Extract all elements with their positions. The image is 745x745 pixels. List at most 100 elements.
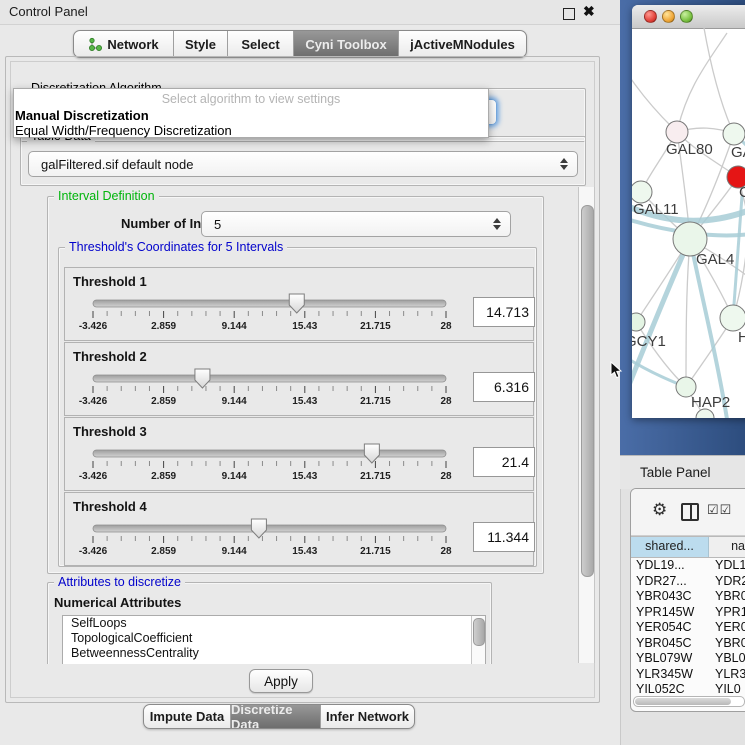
network-node-gcy1-node[interactable] [632, 313, 645, 331]
slider-track[interactable] [93, 375, 446, 382]
threshold-slider[interactable]: -3.4262.8599.14415.4321.71528 [65, 442, 534, 488]
threshold-slider[interactable]: -3.4262.8599.14415.4321.71528 [65, 292, 534, 338]
table-panel-header: Table Panel [620, 455, 745, 489]
table-cell-shared-name: YLR345W [631, 667, 709, 683]
network-graph-canvas[interactable]: GAL80GACGAL11GAL4GCY1HHAP2 [632, 28, 745, 418]
attributes-group-title: Attributes to discretize [54, 575, 185, 589]
slider-track[interactable] [93, 450, 446, 457]
table-row[interactable]: YBR045CYBR0 [631, 636, 745, 652]
tab-label: Infer Network [326, 709, 409, 724]
tab-network[interactable]: Network [74, 31, 174, 57]
table-row[interactable]: YDR27...YDR2 [631, 574, 745, 590]
tab-style[interactable]: Style [174, 31, 228, 57]
tick-label: 2.859 [151, 321, 176, 332]
slider-thumb[interactable] [195, 369, 210, 388]
tick-label: 15.43 [292, 396, 317, 407]
tick-label: 21.715 [360, 546, 391, 557]
interval-definition-title: Interval Definition [54, 189, 159, 203]
thresholds-group-title: Threshold's Coordinates for 5 Intervals [65, 240, 287, 254]
threshold-value-field[interactable]: 11.344 [473, 522, 535, 552]
threshold-value-field[interactable]: 21.4 [473, 447, 535, 477]
threshold-value-field[interactable]: 6.316 [473, 372, 535, 402]
close-icon[interactable]: ✖ [583, 3, 595, 20]
attributes-listbox: SelfLoopsTopologicalCoefficientBetweenne… [62, 615, 486, 664]
table-cell-name: YER0 [709, 620, 745, 636]
checkbox-icons[interactable]: ☑☑ [707, 502, 732, 518]
popup-option[interactable]: Equal Width/Frequency Discretization [15, 123, 232, 138]
settings-scroll-viewport: Interval Definition Number of Intervals … [14, 186, 577, 664]
tick-label: 21.715 [360, 471, 391, 482]
table-row[interactable]: YBR043CYBR0 [631, 589, 745, 605]
threshold-slider[interactable]: -3.4262.8599.14415.4321.71528 [65, 367, 534, 413]
table-row[interactable]: YLR345WYLR3 [631, 667, 745, 683]
tab-select[interactable]: Select [228, 31, 294, 57]
tab-label: Select [241, 37, 279, 52]
table-data-combo[interactable]: galFiltered.sif default node [28, 151, 578, 177]
tab-jactivemnodules[interactable]: jActiveMNodules [399, 31, 526, 57]
slider-thumb[interactable] [364, 444, 379, 463]
tick-label: 28 [440, 546, 452, 557]
attribute-list-item[interactable]: BetweennessCentrality [63, 646, 485, 661]
slider-track[interactable] [93, 525, 446, 532]
numerical-attributes-label: Numerical Attributes [54, 595, 181, 610]
tab-cyni-toolbox[interactable]: Cyni Toolbox [294, 31, 399, 57]
popup-option[interactable]: Manual Discretization [15, 108, 149, 123]
gear-icon[interactable]: ⚙ [652, 500, 667, 520]
tab-label: Network [107, 37, 158, 52]
tab-impute-data[interactable]: Impute Data [144, 705, 231, 728]
threshold-label: Threshold 3 [73, 424, 147, 439]
apply-button[interactable]: Apply [249, 669, 313, 693]
minimize-traffic-light-icon[interactable] [662, 10, 675, 23]
tab-label: Style [185, 37, 216, 52]
table-row[interactable]: YPR145WYPR1 [631, 605, 745, 621]
float-window-icon[interactable] [563, 8, 575, 20]
top-tab-bar: Network Style Select Cyni ToolboxjActiveMNo… [73, 30, 527, 58]
threshold-slider[interactable]: -3.4262.8599.14415.4321.71528 [65, 517, 534, 563]
slider-track[interactable] [93, 300, 446, 307]
network-node-right-mid-node[interactable] [720, 305, 745, 331]
panel-scrollbar[interactable] [578, 187, 595, 663]
number-of-intervals-value: 5 [202, 217, 221, 232]
control-panel-titlebar: Control Panel ✖ [0, 0, 620, 25]
threshold-label: Threshold 1 [73, 274, 147, 289]
attributes-scrollbar[interactable] [471, 616, 485, 664]
table-cell-name: YDL1 [709, 558, 745, 574]
close-traffic-light-icon[interactable] [644, 10, 657, 23]
network-node-label: HAP2 [691, 394, 730, 411]
table-rows: YDL19...YDL1YDR27...YDR2YBR043CYBR0YPR14… [631, 558, 745, 698]
attribute-list-item[interactable]: TopologicalCoefficient [63, 631, 485, 646]
tick-label: 28 [440, 396, 452, 407]
tick-label: 15.43 [292, 321, 317, 332]
number-of-intervals-combo[interactable]: 5 [201, 211, 511, 237]
column-header-shared[interactable]: shared... [631, 537, 709, 557]
network-node-gal80-neighbor[interactable] [666, 121, 688, 143]
tab-infer-network[interactable]: Infer Network [321, 705, 414, 728]
bottom-tab-bar: Impute Data Discretize Data Infer Network [143, 704, 415, 729]
network-node-top-right-node[interactable] [723, 123, 745, 145]
network-node-gal11-node[interactable] [632, 181, 652, 203]
column-header-name[interactable]: na [709, 537, 745, 557]
attribute-list: SelfLoopsTopologicalCoefficientBetweenne… [63, 616, 485, 661]
network-window-titlebar[interactable] [632, 5, 745, 29]
panel-scrollbar-thumb[interactable] [581, 205, 594, 577]
table-row[interactable]: YDL19...YDL1 [631, 558, 745, 574]
slider-thumb[interactable] [251, 519, 266, 538]
table-row[interactable]: YER054CYER0 [631, 620, 745, 636]
tab-discretize-data[interactable]: Discretize Data [231, 705, 321, 728]
zoom-traffic-light-icon[interactable] [680, 10, 693, 23]
attribute-list-item[interactable]: SelfLoops [63, 616, 485, 631]
interval-definition-group: Interval Definition Number of Intervals … [47, 196, 544, 574]
threshold-label: Threshold 4 [73, 499, 147, 514]
attributes-scrollbar-thumb[interactable] [473, 618, 485, 646]
threshold-value-field[interactable]: 14.713 [473, 297, 535, 327]
network-node-label: H [738, 329, 745, 346]
slider-thumb[interactable] [289, 294, 304, 313]
tab-label: Impute Data [150, 709, 224, 724]
tick-label: 15.43 [292, 546, 317, 557]
table-cell-shared-name: YDR27... [631, 574, 709, 590]
table-hscroll-thumb[interactable] [635, 698, 731, 705]
split-columns-icon[interactable] [681, 503, 699, 521]
table-horizontal-scrollbar[interactable] [633, 696, 745, 707]
tab-label: Discretize Data [231, 704, 320, 729]
table-row[interactable]: YBL079WYBL0 [631, 651, 745, 667]
